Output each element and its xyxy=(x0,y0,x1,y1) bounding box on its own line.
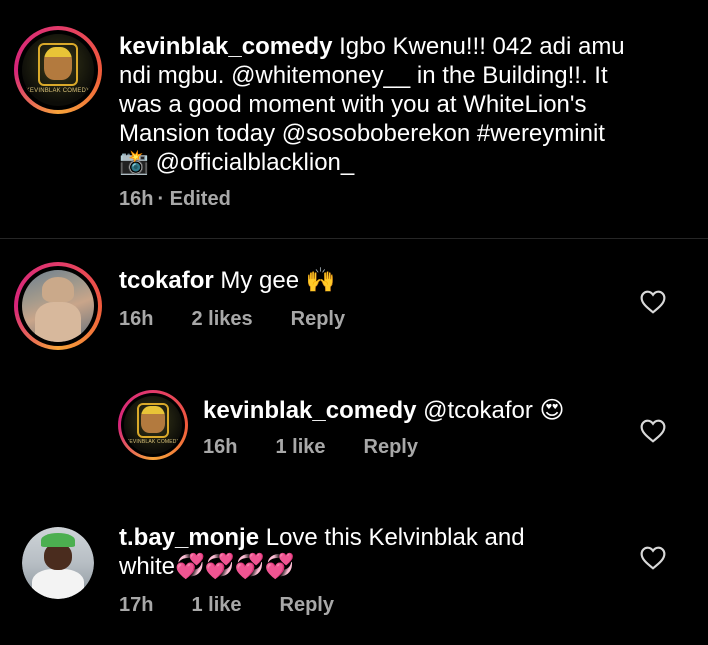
caption-line-1: Igbo Kwenu!!! 042 adi amu xyxy=(339,33,625,60)
avatar-logo-text: KEVINBLAK COMEDY xyxy=(25,88,91,95)
comment-time: 16h xyxy=(119,308,154,330)
reply-button[interactable]: Reply xyxy=(280,594,334,616)
caption-avatar[interactable]: KEVINBLAK COMEDY xyxy=(14,26,102,114)
comment-time: 16h xyxy=(203,436,238,458)
caption-line-4: Mansion today @sosoboberekon #wereyminit xyxy=(119,120,605,147)
comment-likes[interactable]: 1 like xyxy=(275,436,325,458)
caption-time: 16h xyxy=(119,188,154,210)
comment-username[interactable]: kevinblak_comedy xyxy=(203,397,416,424)
comment-time: 17h xyxy=(119,594,154,616)
reply-button[interactable]: Reply xyxy=(291,308,345,330)
comment-text: My gee xyxy=(220,267,300,294)
caption-text: kevinblak_comedy Igbo Kwenu!!! 042 adi a… xyxy=(119,32,694,177)
caption-line-3: was a good moment with you at WhiteLion'… xyxy=(119,91,587,118)
like-heart-icon[interactable] xyxy=(640,419,666,443)
like-heart-icon[interactable] xyxy=(640,546,666,570)
comment-mention[interactable]: @tcokafor xyxy=(423,397,533,424)
comment-avatar[interactable] xyxy=(22,527,94,599)
comment-username[interactable]: tcokafor xyxy=(119,267,214,294)
comment-text: Love this Kelvinblak and xyxy=(265,524,525,551)
comment-username[interactable]: t.bay_monje xyxy=(119,524,259,551)
camera-icon: 📸 xyxy=(119,149,149,176)
caption-line-2: ndi mgbu. @whitemoney__ in the Building!… xyxy=(119,62,608,89)
comment-text-line2: white xyxy=(119,553,176,580)
comment-meta: 17h 1 like Reply xyxy=(119,594,372,617)
caption-line-5: @officialblacklion_ xyxy=(155,149,355,176)
avatar-logo-text: KEVINBLAK COMEDY xyxy=(125,438,181,445)
caption-edited: · Edited xyxy=(157,188,231,210)
raised-hands-emoji: 🙌 xyxy=(305,267,336,294)
reply-button[interactable]: Reply xyxy=(364,436,418,458)
comment-likes[interactable]: 2 likes xyxy=(191,308,252,330)
comment-likes[interactable]: 1 like xyxy=(191,594,241,616)
like-heart-icon[interactable] xyxy=(640,290,666,314)
post-caption: KEVINBLAK COMEDY kevinblak_comedy Igbo K… xyxy=(0,0,708,238)
divider xyxy=(0,238,708,239)
comment-meta: 16h 2 likes Reply xyxy=(119,308,383,331)
caption-username[interactable]: kevinblak_comedy xyxy=(119,33,332,60)
comment-meta: 16h 1 like Reply xyxy=(203,436,456,459)
comment-avatar[interactable] xyxy=(14,262,102,350)
comment-avatar[interactable]: KEVINBLAK COMEDY xyxy=(118,390,188,460)
caption-meta: 16h · Edited xyxy=(119,188,269,211)
heart-eyes-emoji: 😍 xyxy=(539,397,565,424)
revolving-hearts-emoji: 💞💞💞💞 xyxy=(175,553,295,580)
